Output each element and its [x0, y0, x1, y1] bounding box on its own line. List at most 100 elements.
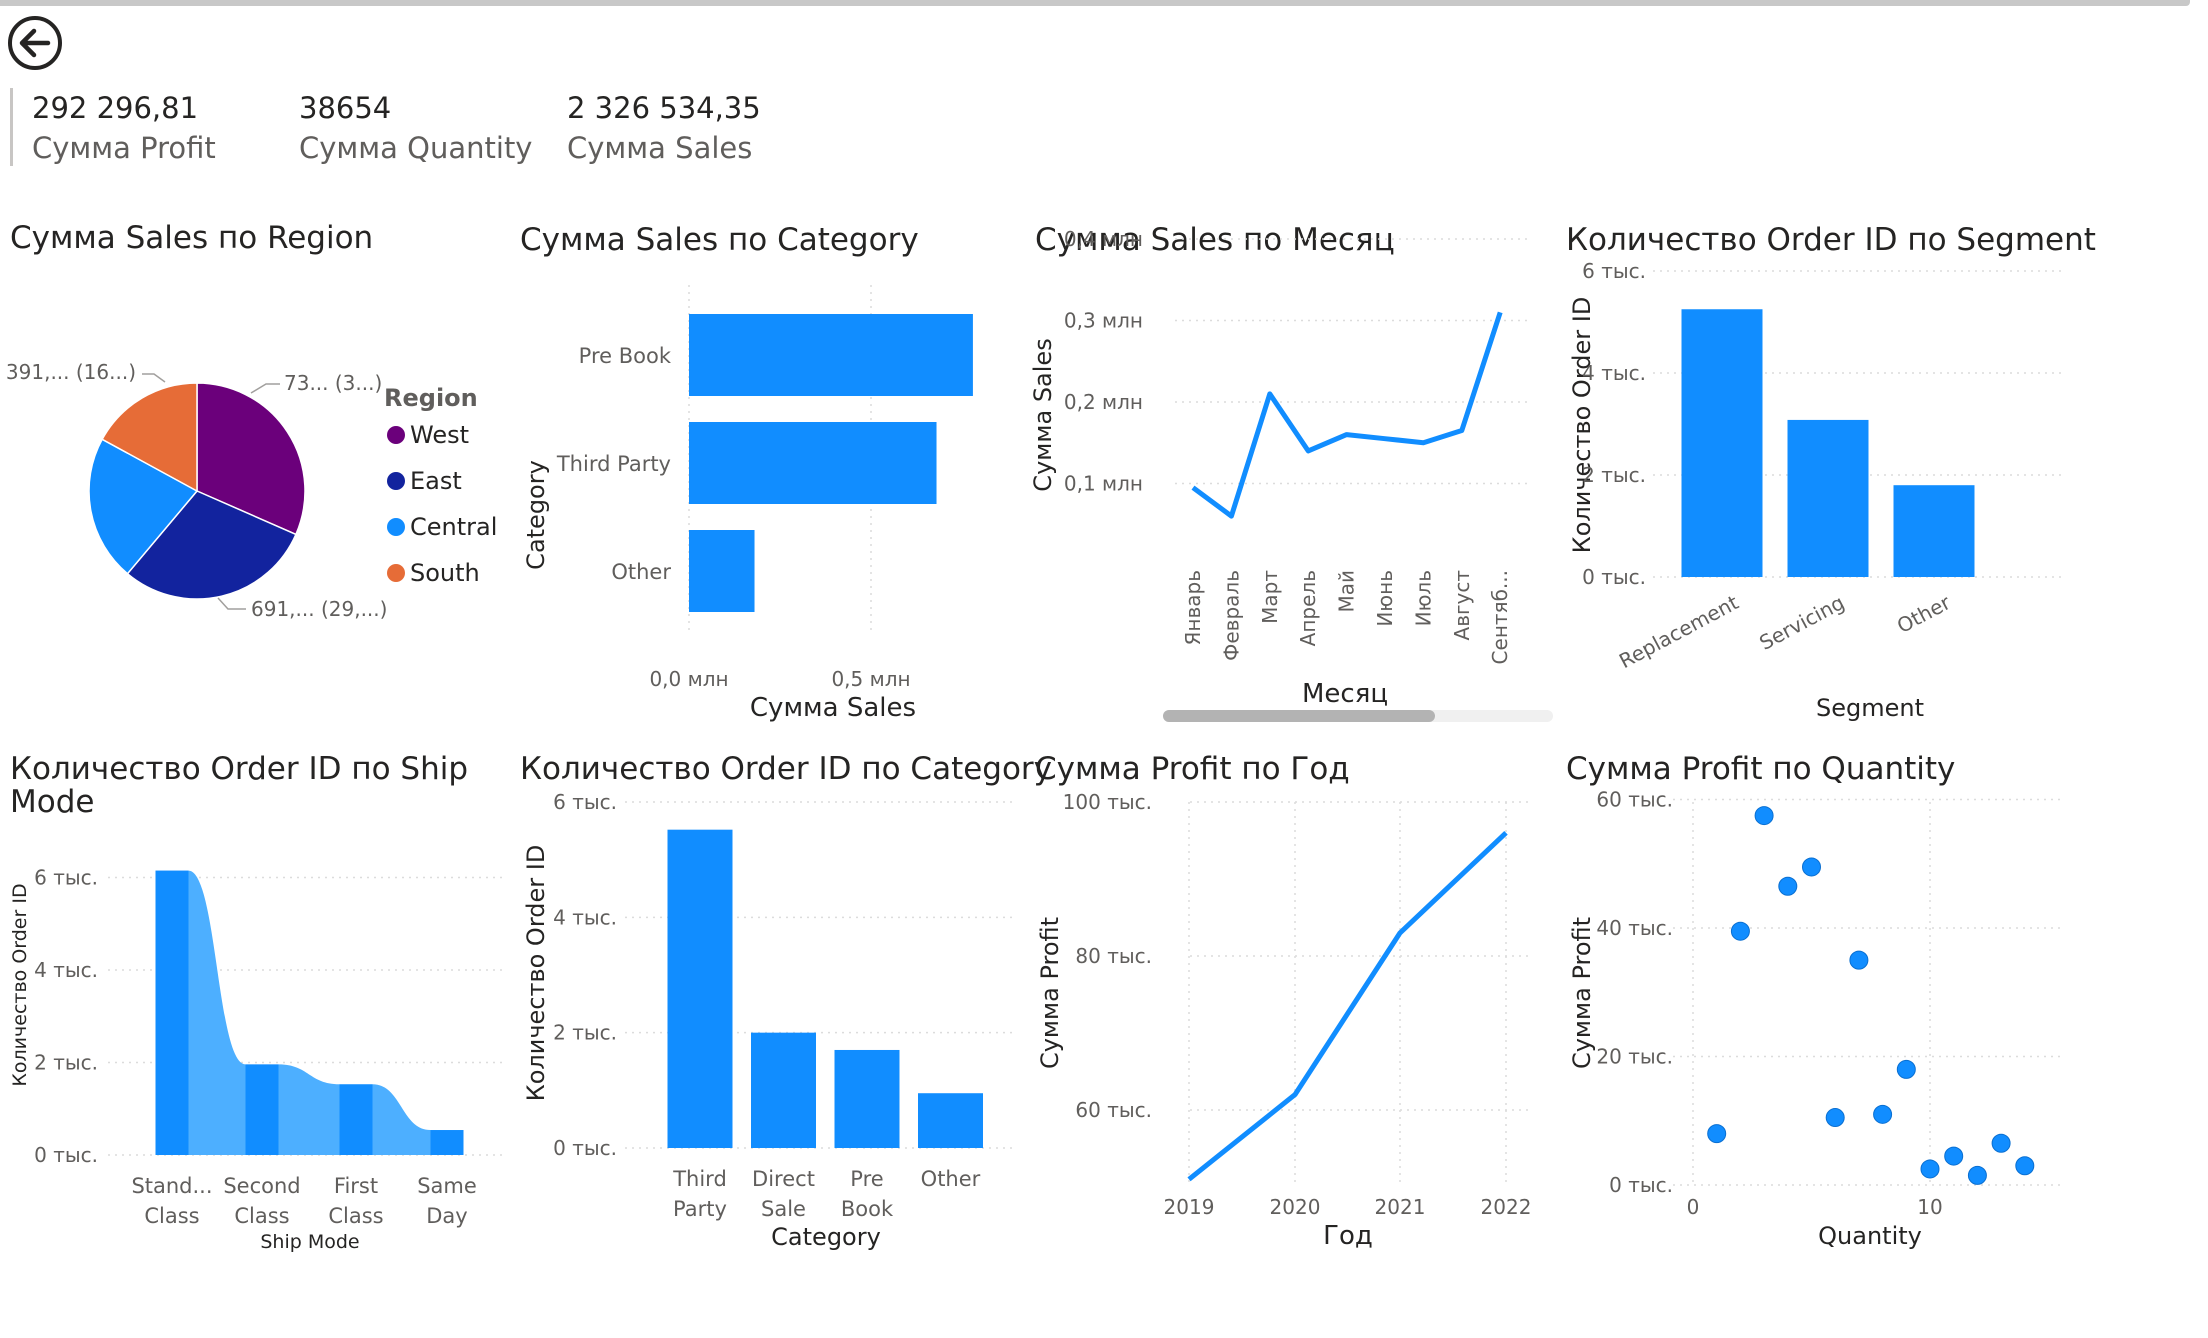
y-tick-label: 4 тыс.	[553, 905, 617, 929]
y-tick-label: 4 тыс.	[1582, 361, 1646, 385]
kpi-sales: 2 326 534,35 Сумма Sales	[567, 88, 761, 168]
scatter-point[interactable]	[1778, 876, 1798, 896]
ribbon-connector	[278, 1064, 340, 1155]
x-tick-label: Май	[1335, 570, 1359, 613]
top-border	[0, 0, 2190, 6]
data-label: 391,... (16...)	[6, 360, 136, 384]
chart-sales-by-month[interactable]: Сумма Sales по Месяц Сумма Sales Месяц 0…	[1025, 210, 1553, 730]
scatter-point[interactable]	[1825, 1108, 1845, 1128]
chart-sales-by-region[interactable]: Сумма Sales по Region 73... (3...) 691,..…	[0, 210, 510, 670]
bar-other[interactable]	[918, 1093, 983, 1148]
y-tick-label: 0,1 млн	[1064, 472, 1143, 496]
y-tick-label: 0 тыс.	[1582, 565, 1646, 589]
kpi-quantity: 38654 Сумма Quantity	[299, 88, 532, 168]
bar-pre-book[interactable]	[834, 1049, 900, 1148]
scatter-chart: Сумма Profit по Quantity Сумма Profit Qu…	[1566, 751, 2063, 1250]
x-tick-label: Pre	[850, 1167, 883, 1191]
data-label-leader	[250, 383, 280, 394]
chart-title: Количество Order ID по Category	[520, 751, 1052, 787]
chart-orders-by-ship-mode[interactable]: Количество Order ID по Ship Mode Количес…	[0, 740, 510, 1260]
bar-second-class[interactable]	[245, 1064, 279, 1155]
chart-orders-by-category[interactable]: Количество Order ID по Category Количест…	[510, 740, 1052, 1260]
chart-orders-by-segment[interactable]: Количество Order ID по Segment Количеств…	[1558, 210, 2098, 730]
scatter-point[interactable]	[1991, 1133, 2011, 1153]
kpi-value: 38654	[299, 91, 392, 125]
y-axis-label: Сумма Profit	[1036, 917, 1064, 1069]
legend-item-central[interactable]: Central	[410, 513, 497, 541]
legend-marker[interactable]	[387, 564, 405, 582]
x-tick-label: First	[334, 1174, 378, 1198]
y-axis-label: Количество Order ID	[522, 845, 550, 1102]
x-tick-label: Апрель	[1296, 570, 1320, 646]
bar-servicing[interactable]	[1787, 419, 1869, 577]
ribbon-chart: Количество Order ID по Ship Mode Количес…	[9, 751, 505, 1253]
kpi-value: 292 296,81	[32, 91, 199, 125]
y-tick-label: 6 тыс.	[34, 866, 98, 890]
scatter-point[interactable]	[1967, 1165, 1987, 1185]
x-tick-label: Февраль	[1219, 570, 1243, 661]
scatter-point[interactable]	[1754, 806, 1774, 826]
bar-stand-class[interactable]	[155, 870, 189, 1155]
x-tick-label: Class	[234, 1204, 289, 1228]
legend-item-south[interactable]: South	[410, 559, 480, 587]
x-tick-label: 0,5 млн	[831, 667, 910, 691]
x-tick-label: Сентяб...	[1488, 570, 1512, 664]
y-tick-label: 0,4 млн	[1064, 227, 1143, 251]
x-axis-label: Quantity	[1818, 1222, 1922, 1250]
scatter-point[interactable]	[1802, 857, 1821, 877]
data-label-leader	[142, 373, 166, 383]
bar-third-party[interactable]	[689, 422, 937, 504]
chart-title-line-2: Mode	[10, 784, 94, 820]
y-tick-label: 0 тыс.	[34, 1143, 98, 1167]
scatter-point[interactable]	[1944, 1146, 1964, 1166]
x-tick-label: Party	[673, 1197, 727, 1221]
bar-same-day[interactable]	[430, 1130, 464, 1155]
legend-marker[interactable]	[387, 472, 405, 490]
x-axis-label: Ship Mode	[260, 1231, 359, 1253]
x-tick-label: 2019	[1164, 1195, 1215, 1219]
y-tick-label: 0,2 млн	[1064, 390, 1143, 414]
series-line[interactable]	[1191, 311, 1503, 519]
x-tick-label: Third	[672, 1167, 727, 1191]
chart-profit-by-year[interactable]: Сумма Profit по Год Сумма Profit Год 60 …	[1025, 740, 1545, 1260]
bar-other[interactable]	[1893, 485, 1975, 577]
y-tick-label: Other	[611, 560, 671, 584]
legend-marker[interactable]	[387, 518, 405, 536]
chart-sales-by-category[interactable]: Сумма Sales по Category Category Сумма S…	[510, 210, 1010, 730]
y-tick-label: 6 тыс.	[553, 790, 617, 814]
bar-replacement[interactable]	[1681, 309, 1763, 577]
ribbon-connector	[372, 1084, 431, 1155]
bar-pre-book[interactable]	[689, 314, 973, 396]
scatter-point[interactable]	[1849, 950, 1869, 970]
bar-third-party[interactable]	[667, 829, 733, 1148]
pie-chart: Сумма Sales по Region 73... (3...) 691,..…	[6, 220, 497, 621]
x-tick-label: 0,0 млн	[649, 667, 728, 691]
y-tick-label: 60 тыс.	[1075, 1098, 1152, 1122]
data-label-leader	[217, 597, 246, 610]
bar-first-class[interactable]	[339, 1084, 373, 1155]
scatter-point[interactable]	[1873, 1104, 1893, 1124]
legend-item-east[interactable]: East	[410, 467, 462, 495]
x-tick-label: 2021	[1375, 1195, 1426, 1219]
scatter-point[interactable]	[1896, 1059, 1916, 1079]
bar-direct-sale[interactable]	[751, 1032, 816, 1148]
kpi-label: Сумма Sales	[567, 131, 753, 165]
scatter-point[interactable]	[1707, 1124, 1727, 1144]
bar-chart: Количество Order ID по Category Количест…	[520, 751, 1052, 1251]
scatter-point[interactable]	[2015, 1156, 2035, 1176]
series-line[interactable]	[1187, 830, 1508, 1182]
y-axis-label: Количество Order ID	[1568, 297, 1596, 554]
x-tick-label: Second	[223, 1174, 300, 1198]
scatter-point[interactable]	[1920, 1159, 1940, 1179]
scatter-point[interactable]	[1730, 921, 1750, 941]
chart-profit-by-quantity[interactable]: Сумма Profit по Quantity Сумма Profit Qu…	[1558, 740, 2098, 1260]
kpi-strip: 292 296,81 Сумма Profit 38654 Сумма Quan…	[10, 88, 761, 166]
legend-marker[interactable]	[387, 426, 405, 444]
chart-title: Сумма Profit по Quantity	[1566, 751, 1955, 787]
chart-title: Количество Order ID по Segment	[1566, 222, 2096, 258]
legend-item-west[interactable]: West	[410, 421, 469, 449]
bar-chart: Количество Order ID по Segment Количеств…	[1566, 222, 2096, 722]
scrollbar-thumb[interactable]	[1163, 710, 1435, 722]
back-arrow-icon[interactable]	[7, 15, 63, 71]
bar-other[interactable]	[689, 530, 755, 612]
